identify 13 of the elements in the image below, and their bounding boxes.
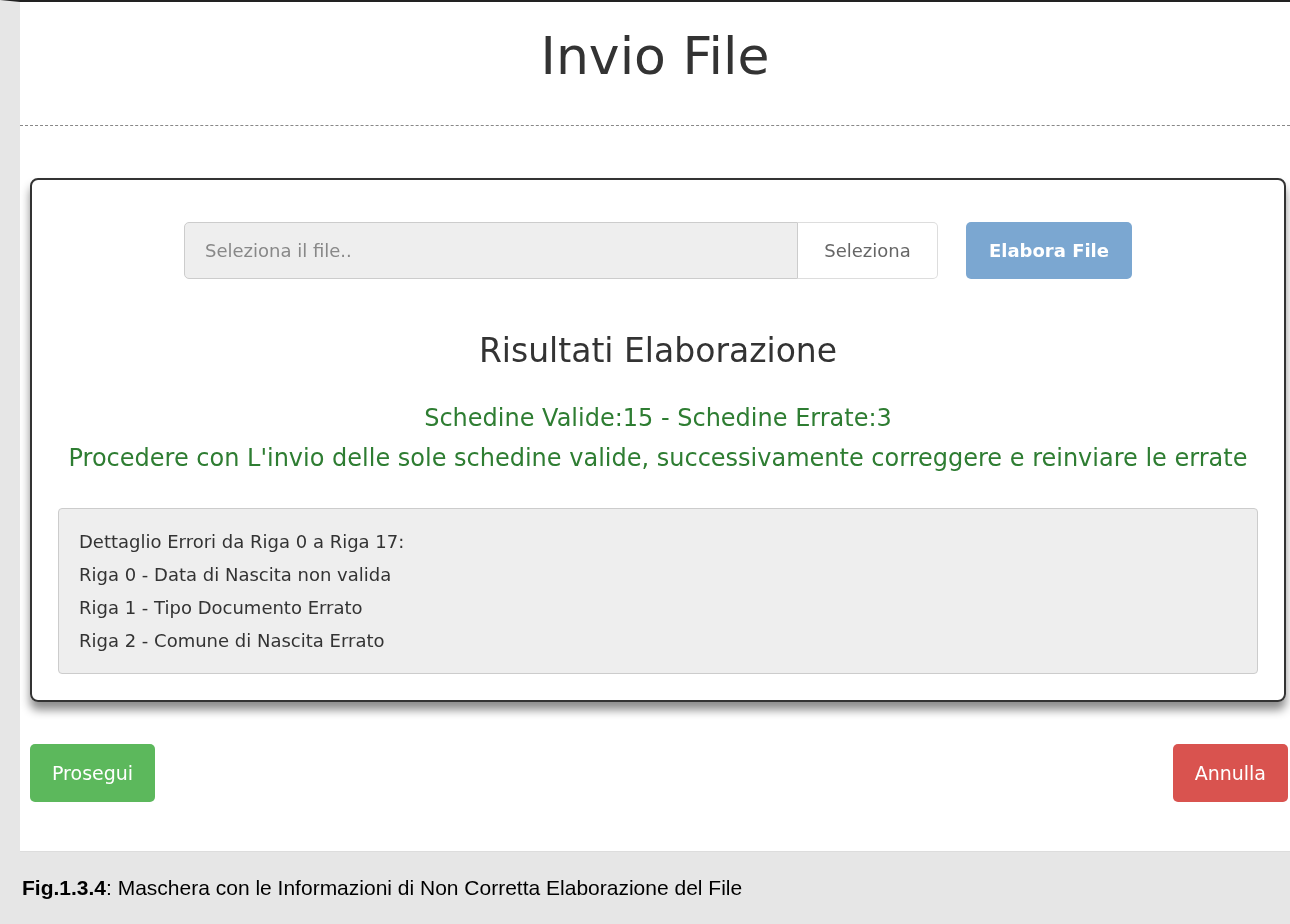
proceed-button[interactable]: Prosegui: [30, 744, 156, 802]
browse-button[interactable]: Seleziona: [798, 222, 938, 279]
results-message: Procedere con L'invio delle sole schedine valide, successivamente correggere e reinviare le errate: [68, 443, 1248, 474]
cancel-button[interactable]: Annulla: [1172, 744, 1288, 802]
error-line: Riga 2 - Comune di Nascita Errato: [79, 629, 385, 653]
results-heading: Risultati Elaborazione: [478, 331, 838, 370]
error-line: Dettaglio Errori da Riga 0 a Riga 17:: [79, 530, 405, 554]
results-summary: Schedine Valide:15 - Schedine Errate:3: [424, 403, 892, 434]
error-line: Riga 1 - Tipo Documento Errato: [79, 596, 363, 620]
file-field[interactable]: Seleziona il file..: [184, 222, 798, 279]
figure-caption: Fig.1.3.4: Maschera con le Informazioni di Non Corretta Elaborazione del File: [20, 851, 1290, 924]
page-title: Invio File: [539, 25, 771, 88]
error-line: Riga 0 - Data di Nascita non valida: [79, 563, 392, 587]
